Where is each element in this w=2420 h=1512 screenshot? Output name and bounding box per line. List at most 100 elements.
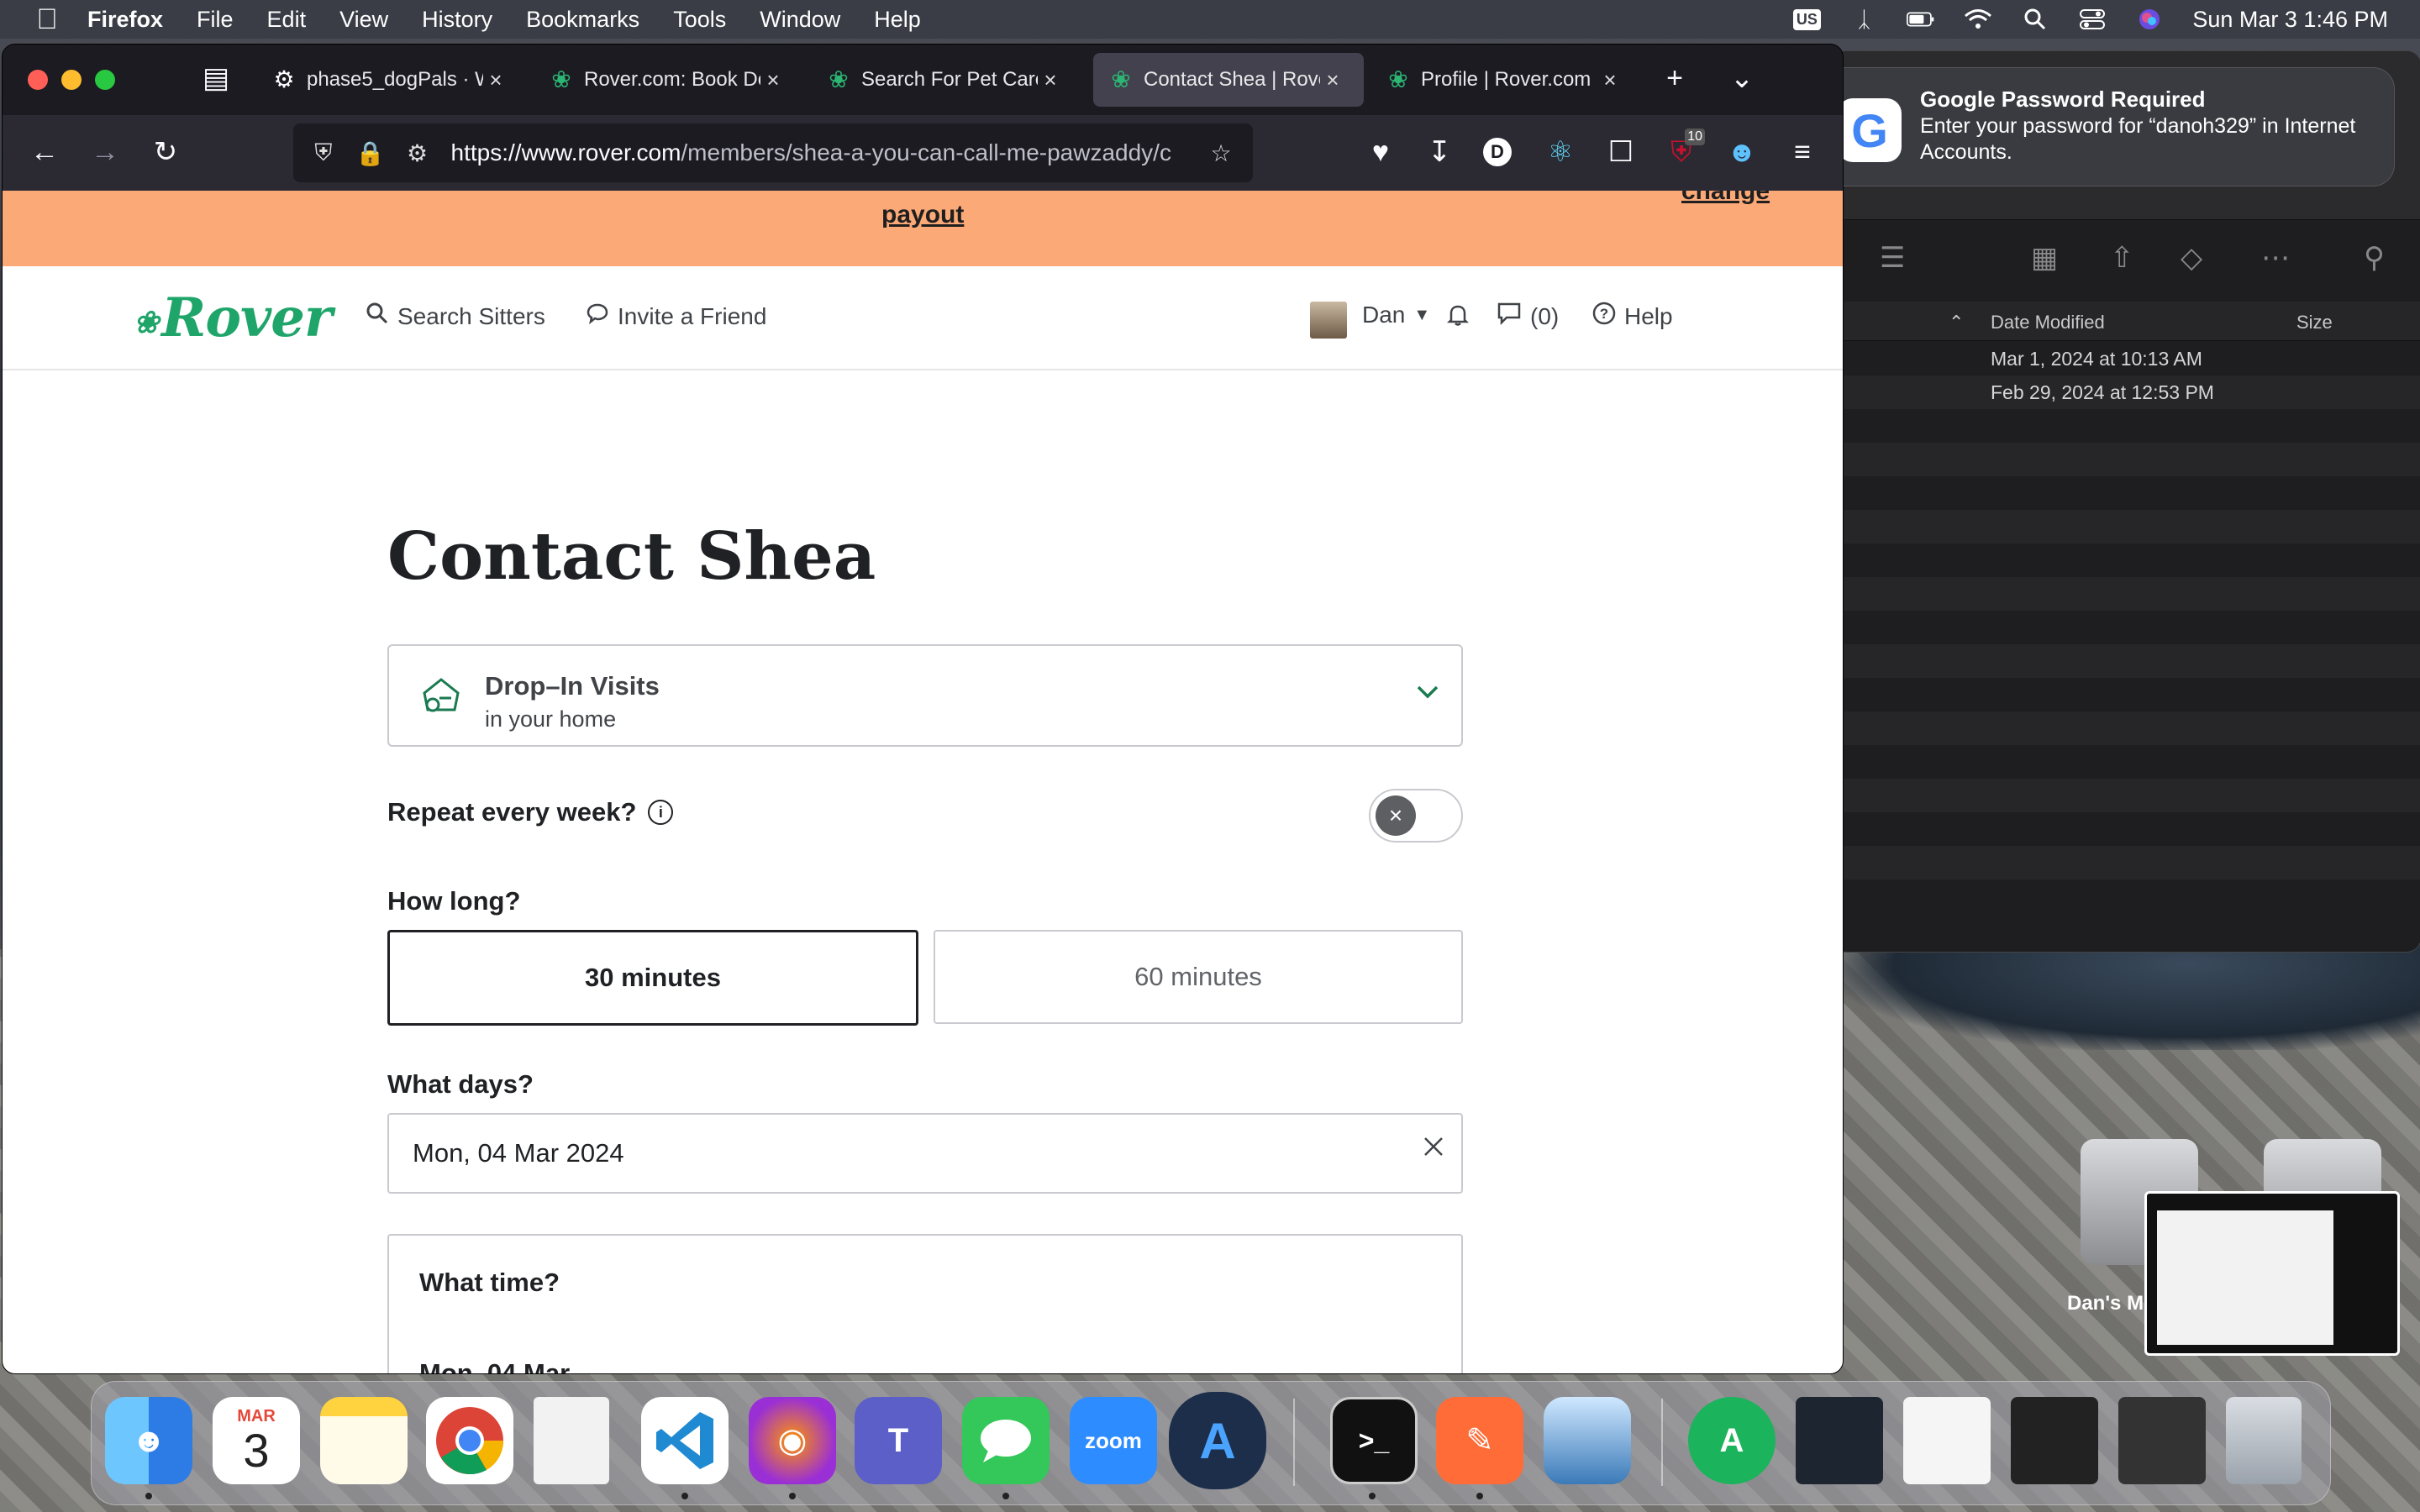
more-actions-icon[interactable]: ⋯: [2261, 241, 2290, 275]
teams-dock-icon[interactable]: T: [855, 1397, 942, 1484]
user-menu[interactable]: Dan ▼: [1362, 302, 1430, 328]
tab-rover-book[interactable]: ❀ Rover.com: Book Do ×: [534, 53, 786, 107]
tab-search-pet-care[interactable]: ❀ Search For Pet Care ×: [811, 53, 1063, 107]
permissions-icon[interactable]: ⚙: [401, 139, 434, 167]
finder-search-icon[interactable]: ⚲: [2364, 241, 2385, 275]
close-tab-icon[interactable]: ×: [760, 67, 786, 93]
calendar-dock-icon[interactable]: MAR 3: [213, 1397, 300, 1484]
app-store-dock-icon[interactable]: A: [1688, 1397, 1776, 1484]
ublock-icon[interactable]: ⛨ 10: [1665, 129, 1705, 169]
ghostery-icon[interactable]: ☻: [1725, 135, 1759, 169]
bluetooth-icon[interactable]: ᛣ: [1849, 7, 1878, 32]
dev-extension-icon[interactable]: D: [1483, 138, 1512, 166]
menu-edit[interactable]: Edit: [267, 7, 307, 33]
pocket-icon[interactable]: ♥: [1364, 135, 1397, 169]
notification-banner[interactable]: G Google Password Required Enter your pa…: [1817, 67, 2395, 186]
reload-icon[interactable]: ↻: [149, 135, 182, 169]
menubar-clock[interactable]: Sun Mar 3 1:46 PM: [2192, 7, 2388, 33]
minimized-window-dock-icon[interactable]: [2011, 1397, 2098, 1484]
trash-dock-icon[interactable]: [2226, 1397, 2302, 1484]
bookmark-star-icon[interactable]: ☆: [1204, 139, 1238, 167]
close-tab-icon[interactable]: ×: [1320, 67, 1345, 93]
list-view-icon[interactable]: ☰: [1880, 241, 1905, 275]
bell-icon[interactable]: [1444, 302, 1471, 328]
control-center-icon[interactable]: [2078, 8, 2107, 30]
url-bar[interactable]: ⛨ 🔒 ⚙ https://www.rover.com/members/shea…: [293, 123, 1253, 182]
messages-dock-icon[interactable]: [962, 1397, 1050, 1484]
tab-contact-shea[interactable]: ❀ Contact Shea | Rove ×: [1093, 53, 1364, 107]
app-menu-icon[interactable]: ≡: [1786, 135, 1819, 169]
clear-date-icon[interactable]: [1421, 1131, 1446, 1168]
finder-row[interactable]: Mar 1, 2024 at 10:13 AM: [1833, 342, 2420, 375]
minimize-window-button[interactable]: [61, 70, 82, 90]
tracking-shield-icon[interactable]: ⛨: [307, 139, 340, 167]
spotlight-search-icon[interactable]: [2021, 8, 2049, 30]
chrome-dock-icon[interactable]: [426, 1397, 513, 1484]
duration-30-button[interactable]: 30 minutes: [387, 930, 918, 1026]
react-devtools-icon[interactable]: ⚛: [1544, 135, 1577, 169]
banner-change-link[interactable]: change: [1681, 191, 1770, 206]
notes-dock-icon[interactable]: [320, 1397, 408, 1484]
rover-logo[interactable]: ❀Rover: [134, 286, 333, 349]
duration-60-button[interactable]: 60 minutes: [934, 930, 1463, 1024]
help-link[interactable]: ? Help: [1592, 302, 1673, 331]
disk-label[interactable]: Dan's M: [2067, 1292, 2144, 1315]
date-input[interactable]: Mon, 04 Mar 2024: [387, 1113, 1463, 1194]
document-dock-icon[interactable]: [534, 1397, 609, 1484]
messages-link[interactable]: (0): [1497, 302, 1559, 331]
minimized-window-dock-icon[interactable]: [1903, 1397, 1991, 1484]
tab-profile-rover[interactable]: ❀ Profile | Rover.com ×: [1370, 53, 1623, 107]
postman-dock-icon[interactable]: ✎: [1436, 1397, 1523, 1484]
preview-dock-icon[interactable]: [1544, 1397, 1631, 1484]
lock-icon[interactable]: 🔒: [354, 139, 387, 167]
forward-icon[interactable]: →: [88, 135, 122, 169]
menu-bookmarks[interactable]: Bookmarks: [526, 7, 639, 33]
menu-app-name[interactable]: Firefox: [87, 7, 163, 33]
close-tab-icon[interactable]: ×: [483, 67, 508, 93]
menu-history[interactable]: History: [422, 7, 492, 33]
menu-file[interactable]: File: [197, 7, 234, 33]
zoom-window-button[interactable]: [95, 70, 115, 90]
screenshot-thumbnail[interactable]: [2144, 1191, 2400, 1356]
siri-icon[interactable]: [2135, 8, 2164, 30]
menu-help[interactable]: Help: [874, 7, 921, 33]
apple-menu-icon[interactable]: : [32, 4, 62, 34]
minimized-window-dock-icon[interactable]: [1796, 1397, 1883, 1484]
terminal-dock-icon[interactable]: >_: [1330, 1397, 1418, 1484]
battery-icon[interactable]: [1907, 8, 1935, 30]
column-size[interactable]: Size: [2296, 312, 2333, 333]
tab-overview-icon[interactable]: ▤: [199, 61, 233, 95]
new-tab-icon[interactable]: +: [1658, 61, 1691, 95]
tab-phase5-dogpals[interactable]: ⚙ phase5_dogPals · W ×: [256, 53, 508, 107]
search-sitters-link[interactable]: Search Sitters: [366, 302, 545, 331]
input-source-icon[interactable]: US: [1792, 8, 1821, 30]
finder-dock-icon[interactable]: ☻: [105, 1397, 192, 1484]
sort-chevron-icon[interactable]: ⌃: [1949, 312, 1964, 333]
url-text[interactable]: https://www.rover.com/members/shea-a-you…: [451, 139, 1205, 166]
invite-friend-link[interactable]: Invite a Friend: [586, 302, 766, 331]
finder-row[interactable]: Feb 29, 2024 at 12:53 PM: [1833, 375, 2420, 409]
extensions-icon[interactable]: ☐: [1604, 135, 1638, 169]
close-tab-icon[interactable]: ×: [1038, 67, 1063, 93]
wifi-icon[interactable]: [1964, 8, 1992, 30]
column-date-modified[interactable]: Date Modified: [1991, 312, 2105, 333]
arc-dock-icon[interactable]: A: [1169, 1392, 1266, 1489]
zoom-dock-icon[interactable]: zoom: [1070, 1397, 1157, 1484]
list-all-tabs-icon[interactable]: ⌄: [1725, 61, 1759, 95]
close-window-button[interactable]: [28, 70, 48, 90]
menu-view[interactable]: View: [339, 7, 388, 33]
menu-window[interactable]: Window: [760, 7, 840, 33]
menu-tools[interactable]: Tools: [673, 7, 726, 33]
repeat-weekly-toggle[interactable]: ×: [1369, 789, 1463, 843]
tag-icon[interactable]: ◇: [2181, 241, 2202, 275]
banner-payout-link[interactable]: payout: [881, 201, 964, 229]
close-tab-icon[interactable]: ×: [1597, 67, 1623, 93]
firefox-dock-icon[interactable]: ◉: [749, 1397, 836, 1484]
service-select[interactable]: Drop–In Visits in your home: [387, 644, 1463, 747]
vscode-dock-icon[interactable]: [641, 1397, 729, 1484]
share-icon[interactable]: ⇧: [2110, 241, 2134, 275]
downloads-icon[interactable]: ↧: [1423, 135, 1456, 169]
back-icon[interactable]: ←: [28, 135, 61, 169]
avatar[interactable]: [1310, 302, 1347, 339]
group-icon[interactable]: ▦: [2031, 241, 2058, 275]
